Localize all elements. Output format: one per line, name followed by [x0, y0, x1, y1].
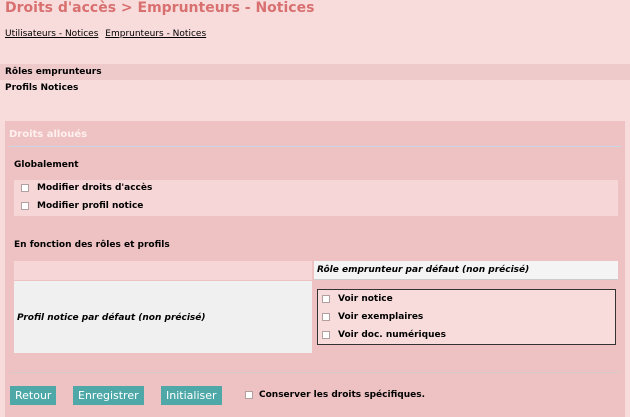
modifier-profil-label: Modifier profil notice [37, 201, 144, 211]
modifier-profil-checkbox[interactable] [21, 202, 29, 210]
retour-button[interactable]: Retour [10, 386, 57, 405]
modifier-droits-checkbox[interactable] [21, 184, 29, 192]
global-rights-box: Modifier droits d'accès Modifier profil … [14, 180, 618, 216]
actions-divider [9, 372, 621, 373]
matrix-row-header-cell: Profil notice par défaut (non précisé) [14, 281, 312, 353]
matrix-row-header: Profil notice par défaut (non précisé) [17, 313, 206, 323]
page-title: Droits d'accès > Emprunteurs - Notices [5, 0, 315, 16]
matrix-rights-cell: Voir notice Voir exemplaires Voir doc. n… [317, 289, 616, 345]
matrix-title: En fonction des rôles et profils [14, 240, 170, 250]
modifier-droits-label: Modifier droits d'accès [37, 183, 153, 193]
voir-notice-option[interactable]: Voir notice [322, 294, 393, 304]
panel-title: Droits alloués [9, 129, 88, 140]
breadcrumb-link-emprunteurs-notices[interactable]: Emprunteurs - Notices [105, 29, 206, 39]
panel-divider [9, 146, 621, 147]
voir-exemplaires-label: Voir exemplaires [338, 312, 424, 322]
voir-doc-numeriques-option[interactable]: Voir doc. numériques [322, 330, 446, 340]
profils-notices-row: Profils Notices [5, 83, 79, 93]
conserver-droits-checkbox[interactable] [245, 391, 253, 399]
voir-notice-label: Voir notice [338, 294, 393, 304]
initialiser-button[interactable]: Initialiser [161, 386, 222, 405]
roles-emprunteurs-row: Rôles emprunteurs [0, 64, 630, 80]
voir-doc-numeriques-label: Voir doc. numériques [338, 330, 446, 340]
voir-notice-checkbox[interactable] [322, 295, 330, 303]
voir-exemplaires-option[interactable]: Voir exemplaires [322, 312, 423, 322]
voir-exemplaires-checkbox[interactable] [322, 313, 330, 321]
modifier-profil-option[interactable]: Modifier profil notice [21, 201, 143, 211]
breadcrumb-link-utilisateurs-notices[interactable]: Utilisateurs - Notices [5, 29, 98, 39]
matrix-corner-cell [14, 261, 312, 280]
breadcrumb: Utilisateurs - Notices Emprunteurs - Not… [5, 29, 210, 39]
matrix-column-header: Rôle emprunteur par défaut (non précisé) [314, 261, 618, 280]
conserver-droits-label: Conserver les droits spécifiques. [259, 390, 425, 400]
enregistrer-button[interactable]: Enregistrer [73, 386, 144, 405]
conserver-droits-option[interactable]: Conserver les droits spécifiques. [245, 390, 425, 400]
voir-doc-numeriques-checkbox[interactable] [322, 331, 330, 339]
globalement-title: Globalement [14, 160, 79, 170]
modifier-droits-option[interactable]: Modifier droits d'accès [21, 183, 152, 193]
